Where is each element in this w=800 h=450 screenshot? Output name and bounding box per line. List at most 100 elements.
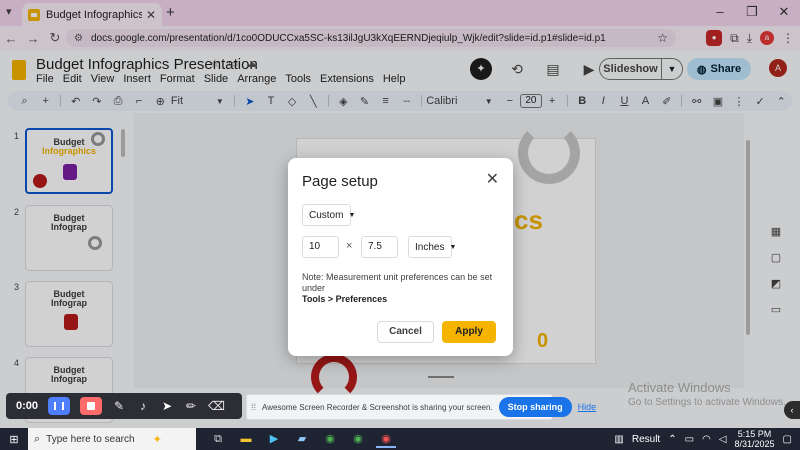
collapse-toolbar-icon[interactable]: ⌃: [771, 95, 792, 108]
restore-icon[interactable]: ❐: [736, 0, 768, 26]
move-folder-icon[interactable]: ▭: [228, 57, 238, 70]
comments-icon[interactable]: ▤: [542, 58, 564, 80]
fill-color-icon[interactable]: ◈: [333, 95, 354, 108]
menu-file[interactable]: File: [36, 73, 54, 85]
gemini-icon[interactable]: ✦: [470, 58, 492, 80]
close-icon[interactable]: ✕: [486, 172, 499, 188]
minimize-icon[interactable]: –: [704, 0, 736, 26]
windows-start-icon[interactable]: ⊞: [0, 433, 28, 446]
reload-icon[interactable]: ↻: [44, 30, 66, 46]
taskbar-search[interactable]: ⌕ Type here to search ✦: [28, 428, 196, 450]
eraser-tool-icon[interactable]: ⌫: [208, 399, 225, 413]
notes-app-icon[interactable]: ▰: [292, 430, 312, 448]
meet-icon[interactable]: ▶: [578, 58, 600, 80]
wifi-icon[interactable]: ◠: [702, 434, 711, 445]
media-app-icon[interactable]: ▶: [264, 430, 284, 448]
decrease-font-icon[interactable]: −: [499, 95, 520, 107]
redo-icon[interactable]: ↷: [86, 95, 107, 108]
pause-button[interactable]: [48, 397, 70, 415]
comment-icon[interactable]: ▣: [707, 95, 728, 108]
unit-select[interactable]: Inches ▼: [408, 236, 456, 258]
zoom-select[interactable]: Fit: [171, 95, 209, 107]
chrome-icon-2[interactable]: ◉: [348, 430, 368, 448]
drag-handle-icon[interactable]: ⁞⁞: [251, 402, 256, 412]
filmstrip-scrollbar[interactable]: [121, 129, 125, 157]
slide-thumbnail-1[interactable]: Budget Infographics: [25, 128, 113, 194]
shape-icon[interactable]: ◇: [282, 95, 303, 108]
line-icon[interactable]: ╲: [303, 95, 324, 108]
font-size-field[interactable]: 20: [520, 94, 542, 108]
downloads-icon[interactable]: ⤓: [747, 31, 752, 46]
menu-tools[interactable]: Tools: [285, 73, 311, 85]
share-button[interactable]: ◍ Share: [687, 58, 751, 80]
speaker-notes-handle[interactable]: [428, 376, 454, 378]
slideshow-label[interactable]: Slideshow: [600, 59, 662, 79]
font-select[interactable]: Calibri: [426, 95, 478, 107]
apply-button[interactable]: Apply: [442, 321, 496, 343]
mic-off-icon[interactable]: ♪: [136, 399, 150, 413]
slide-thumbnail-2[interactable]: Budget Infograp: [25, 205, 113, 271]
canvas-scrollbar[interactable]: [746, 140, 750, 335]
zoom-dropdown-icon[interactable]: ▼: [209, 97, 230, 106]
stop-recording-button[interactable]: [80, 397, 102, 415]
new-tab-icon[interactable]: +: [166, 4, 175, 21]
font-dropdown-icon[interactable]: ▼: [478, 97, 499, 106]
chrome-icon-active[interactable]: ◉: [376, 430, 396, 448]
task-view-icon[interactable]: ⧉: [208, 430, 228, 448]
highlight-icon[interactable]: ✐: [656, 95, 677, 108]
text-color-icon[interactable]: A: [635, 95, 656, 107]
border-color-icon[interactable]: ✎: [354, 95, 375, 108]
menu-slide[interactable]: Slide: [204, 73, 228, 85]
menu-format[interactable]: Format: [160, 73, 195, 85]
side-panel-toggle-icon[interactable]: ‹: [784, 401, 800, 419]
keep-icon[interactable]: ▢: [769, 251, 783, 265]
search-menus-icon[interactable]: ⌕: [14, 95, 35, 108]
version-history-icon[interactable]: ⟲: [506, 58, 528, 80]
italic-icon[interactable]: I: [593, 95, 614, 107]
menu-edit[interactable]: Edit: [63, 73, 82, 85]
preset-select[interactable]: Custom ▼: [302, 204, 355, 226]
extensions-icon[interactable]: ⧉: [730, 31, 739, 46]
volume-icon[interactable]: ◁: [719, 434, 727, 445]
menu-help[interactable]: Help: [383, 73, 406, 85]
browser-tab[interactable]: Budget Infographics Presentation ✕: [22, 3, 162, 26]
calendar-icon[interactable]: ▦: [769, 225, 783, 239]
star-icon[interactable]: ☆: [210, 57, 220, 70]
cursor-tool-icon[interactable]: ➤: [160, 399, 174, 413]
tasks-icon[interactable]: ◩: [769, 277, 783, 291]
cloud-status-icon[interactable]: ☁: [246, 57, 257, 70]
pen-tool-icon[interactable]: ✏: [184, 399, 198, 413]
select-tool-icon[interactable]: ➤: [239, 95, 260, 108]
forward-icon[interactable]: →: [22, 31, 44, 46]
paint-format-icon[interactable]: ⌐: [129, 95, 150, 107]
chrome-icon[interactable]: ◉: [320, 430, 340, 448]
print-icon[interactable]: ⎙: [107, 95, 128, 108]
folder-icon[interactable]: ▭: [769, 303, 783, 317]
site-info-icon[interactable]: ⚙: [74, 33, 83, 44]
profile-avatar[interactable]: a: [760, 31, 774, 45]
back-icon[interactable]: ←: [0, 31, 22, 46]
tray-result-label[interactable]: Result: [632, 434, 660, 445]
underline-icon[interactable]: U: [614, 95, 635, 107]
file-explorer-icon[interactable]: ▬: [236, 430, 256, 448]
network-icon[interactable]: ▭: [685, 434, 694, 445]
zoom-icon[interactable]: ⊕: [150, 95, 171, 108]
text-box-icon[interactable]: T: [260, 95, 281, 107]
slideshow-button[interactable]: Slideshow ▼: [599, 58, 683, 80]
border-dash-icon[interactable]: ┄: [396, 95, 417, 108]
slideshow-dropdown-icon[interactable]: ▼: [662, 64, 682, 74]
close-window-icon[interactable]: ✕: [768, 0, 800, 26]
recorder-extension-icon[interactable]: ●: [706, 30, 723, 46]
increase-font-icon[interactable]: +: [542, 95, 563, 107]
height-field[interactable]: 7.5: [361, 236, 398, 258]
border-weight-icon[interactable]: ≡: [375, 95, 396, 107]
more-icon[interactable]: ⋮: [728, 95, 749, 108]
result-app-icon[interactable]: ▥: [614, 434, 623, 445]
stop-sharing-button[interactable]: Stop sharing: [498, 397, 572, 417]
notifications-icon[interactable]: ▢: [783, 434, 792, 445]
close-tab-icon[interactable]: ✕: [146, 8, 156, 22]
slide-thumbnail-3[interactable]: Budget Infograp: [25, 281, 113, 347]
bookmark-star-icon[interactable]: ☆: [657, 31, 668, 45]
browser-menu-icon[interactable]: ⋮: [782, 31, 794, 45]
menu-extensions[interactable]: Extensions: [320, 73, 374, 85]
